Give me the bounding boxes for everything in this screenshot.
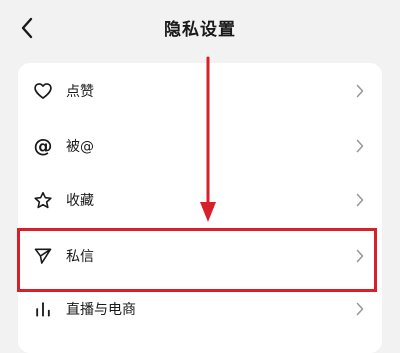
chevron-right-icon [355,193,365,207]
menu-item-label: 点赞 [66,84,94,100]
heart-icon [33,81,53,101]
highlight-box [17,228,377,292]
menu-item-likes[interactable]: 点赞 [18,66,382,116]
at-icon: @ [33,134,53,157]
chevron-right-icon [355,84,365,98]
chevron-right-icon [355,302,365,316]
star-icon [33,190,53,210]
menu-item-label: 收藏 [66,193,94,209]
menu-item-label: 直播与电商 [66,302,136,318]
menu-item-mentions[interactable]: @ 被@ [18,121,382,171]
chevron-right-icon [355,139,365,153]
header-bar: 隐私设置 [0,0,400,56]
privacy-settings-list: 点赞 @ 被@ 收藏 私信 直播与电商 [18,63,382,353]
menu-item-favorites[interactable]: 收藏 [18,175,382,225]
menu-item-label: 被@ [66,139,94,155]
page-title: 隐私设置 [164,20,236,40]
bar-chart-icon [33,299,53,319]
